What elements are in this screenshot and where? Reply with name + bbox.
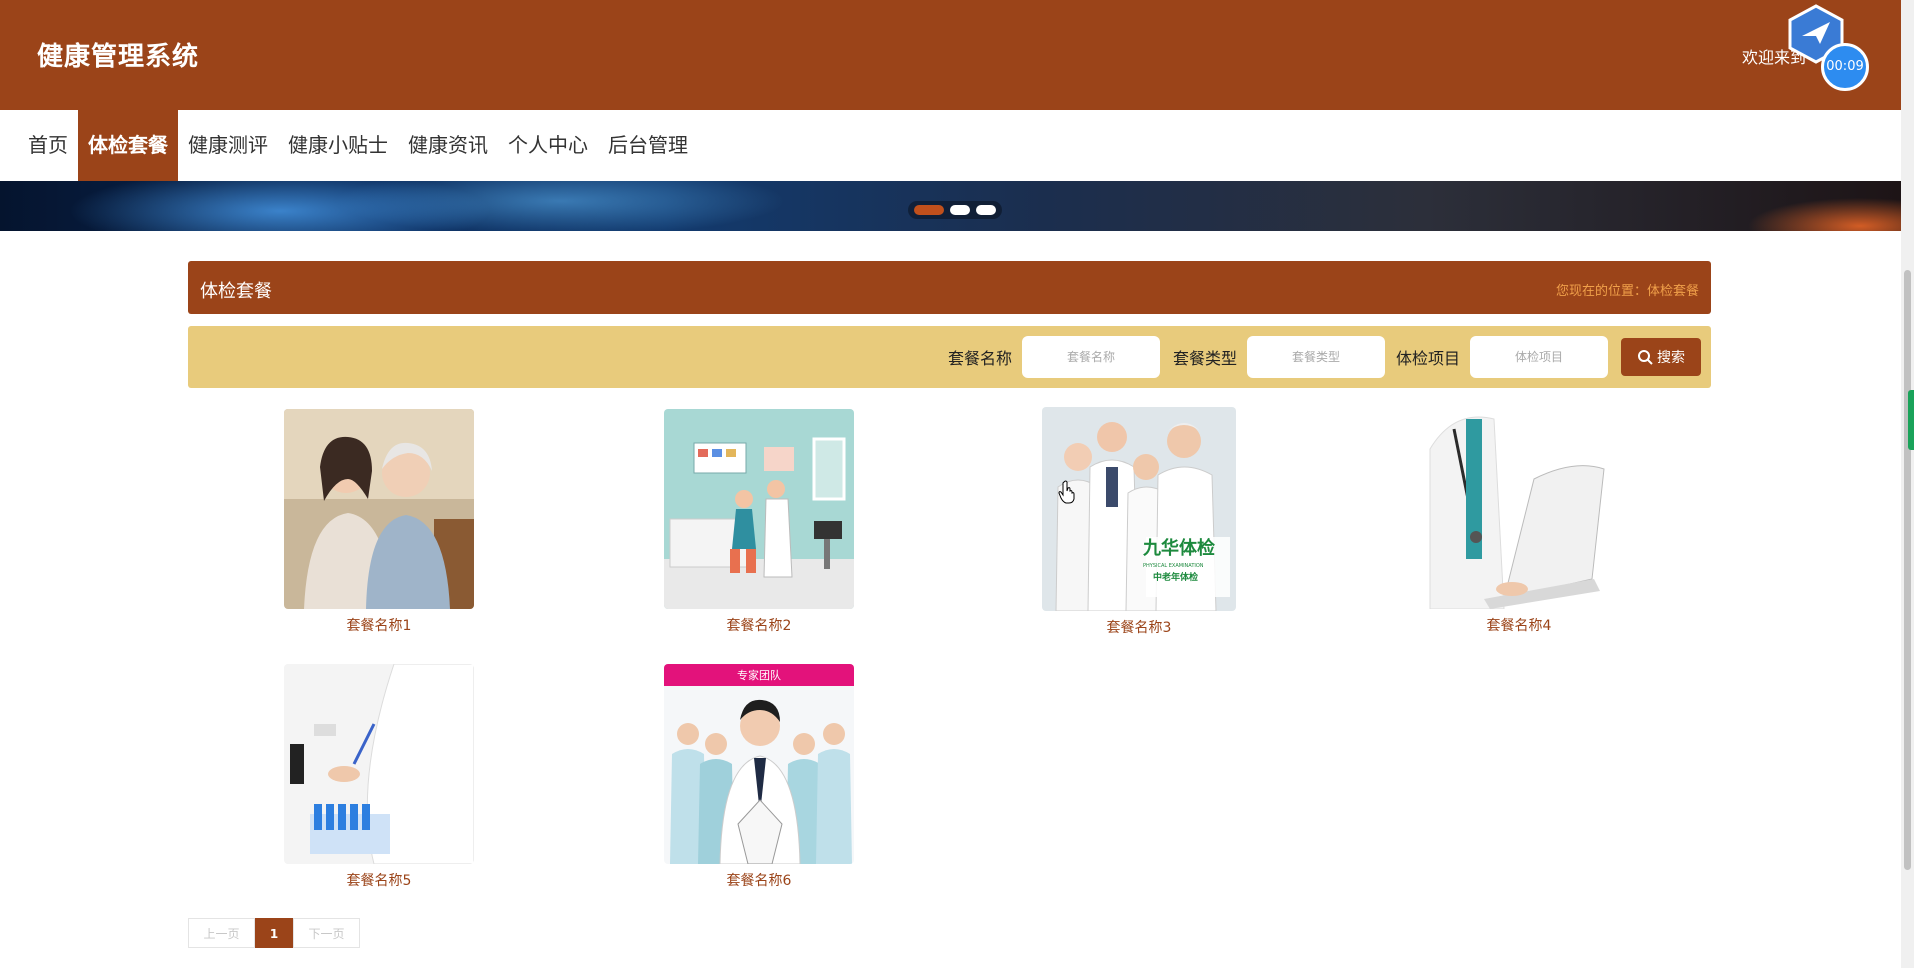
package-name-2[interactable]: 套餐名称2 <box>659 615 859 635</box>
package-image-2[interactable] <box>664 409 854 609</box>
section-header: 体检套餐 您现在的位置：体检套餐 <box>188 261 1711 314</box>
carousel-dot-3[interactable] <box>976 205 996 215</box>
breadcrumb: 您现在的位置：体检套餐 <box>1555 284 1699 299</box>
main-nav: 首页 体检套餐 健康测评 健康小贴士 健康资讯 个人中心 后台管理 <box>0 110 1901 181</box>
brand-caption: 中老年体检 <box>1153 573 1199 583</box>
brand-subtext: PHYSICAL EXAMINATION <box>1143 563 1204 569</box>
package-card-1[interactable]: 套餐名称1 <box>279 409 479 635</box>
brand-name: 九华体检 <box>1143 538 1215 559</box>
exam-items-input[interactable] <box>1470 336 1609 378</box>
package-name-4[interactable]: 套餐名称4 <box>1419 615 1619 635</box>
scrollbar-thumb[interactable] <box>1904 270 1911 870</box>
carousel-indicators <box>908 201 1002 219</box>
package-image-4[interactable] <box>1424 409 1614 609</box>
search-group-name: 套餐名称 <box>948 336 1161 378</box>
mother-daughter-photo <box>284 409 474 609</box>
exam-items-label: 体检项目 <box>1396 349 1461 368</box>
package-image-5[interactable] <box>284 664 474 864</box>
package-image-1[interactable] <box>284 409 474 609</box>
search-icon <box>1638 350 1653 365</box>
package-card-2[interactable]: 套餐名称2 <box>659 409 859 635</box>
doctor-laptop-photo <box>1424 409 1614 609</box>
nav-item-home[interactable]: 首页 <box>0 110 78 181</box>
side-widget-tab[interactable] <box>1908 390 1914 450</box>
clinic-illustration <box>664 409 854 609</box>
package-name-label: 套餐名称 <box>948 349 1013 368</box>
page-number-1[interactable]: 1 <box>255 918 293 948</box>
package-type-input[interactable] <box>1247 336 1386 378</box>
prev-page-button[interactable]: 上一页 <box>188 918 255 948</box>
nav-item-assessment[interactable]: 健康测评 <box>178 110 278 181</box>
site-header: 健康管理系统 欢迎来到 00:09 <box>0 0 1901 110</box>
expert-team-banner-text: 专家团队 <box>737 669 781 682</box>
timer-badge[interactable]: 00:09 <box>1821 43 1869 91</box>
package-name-1[interactable]: 套餐名称1 <box>279 615 479 635</box>
nav-item-profile[interactable]: 个人中心 <box>498 110 598 181</box>
search-group-items: 体检项目 <box>1396 336 1609 378</box>
banner-carousel <box>0 181 1901 231</box>
package-name-3[interactable]: 套餐名称3 <box>1039 617 1239 637</box>
package-card-6[interactable]: 专家团队 套餐名称6 <box>659 664 859 890</box>
nav-item-packages[interactable]: 体检套餐 <box>78 110 178 181</box>
nav-item-admin[interactable]: 后台管理 <box>598 110 698 181</box>
package-card-3[interactable]: 九华体检 PHYSICAL EXAMINATION 中老年体检 套餐名称3 <box>1039 407 1239 637</box>
next-page-button[interactable]: 下一页 <box>293 918 360 948</box>
brand-text-overlay: 九华体检 PHYSICAL EXAMINATION 中老年体检 <box>1143 537 1229 585</box>
lab-test-tubes-photo <box>284 664 474 864</box>
package-type-label: 套餐类型 <box>1173 349 1238 368</box>
nav-item-tips[interactable]: 健康小贴士 <box>278 110 398 181</box>
nav-item-news[interactable]: 健康资讯 <box>398 110 498 181</box>
search-button[interactable]: 搜索 <box>1621 338 1701 376</box>
expert-team-photo <box>664 664 854 864</box>
search-button-label: 搜索 <box>1657 350 1685 366</box>
pagination: 上一页 1 下一页 <box>188 918 360 948</box>
package-card-4[interactable]: 套餐名称4 <box>1419 409 1619 635</box>
carousel-dot-2[interactable] <box>950 205 970 215</box>
package-name-input[interactable] <box>1022 336 1161 378</box>
package-image-6[interactable]: 专家团队 <box>664 664 854 864</box>
package-name-5[interactable]: 套餐名称5 <box>279 870 479 890</box>
section-title: 体检套餐 <box>200 281 272 302</box>
site-title: 健康管理系统 <box>37 42 200 72</box>
package-name-6[interactable]: 套餐名称6 <box>659 870 859 890</box>
search-group-type: 套餐类型 <box>1173 336 1386 378</box>
package-card-5[interactable]: 套餐名称5 <box>279 664 479 890</box>
hand-cursor-icon <box>1058 480 1075 504</box>
carousel-dot-1[interactable] <box>914 205 944 215</box>
search-bar: 套餐名称 套餐类型 体检项目 搜索 <box>188 326 1711 388</box>
page-scrollbar[interactable] <box>1901 0 1914 968</box>
